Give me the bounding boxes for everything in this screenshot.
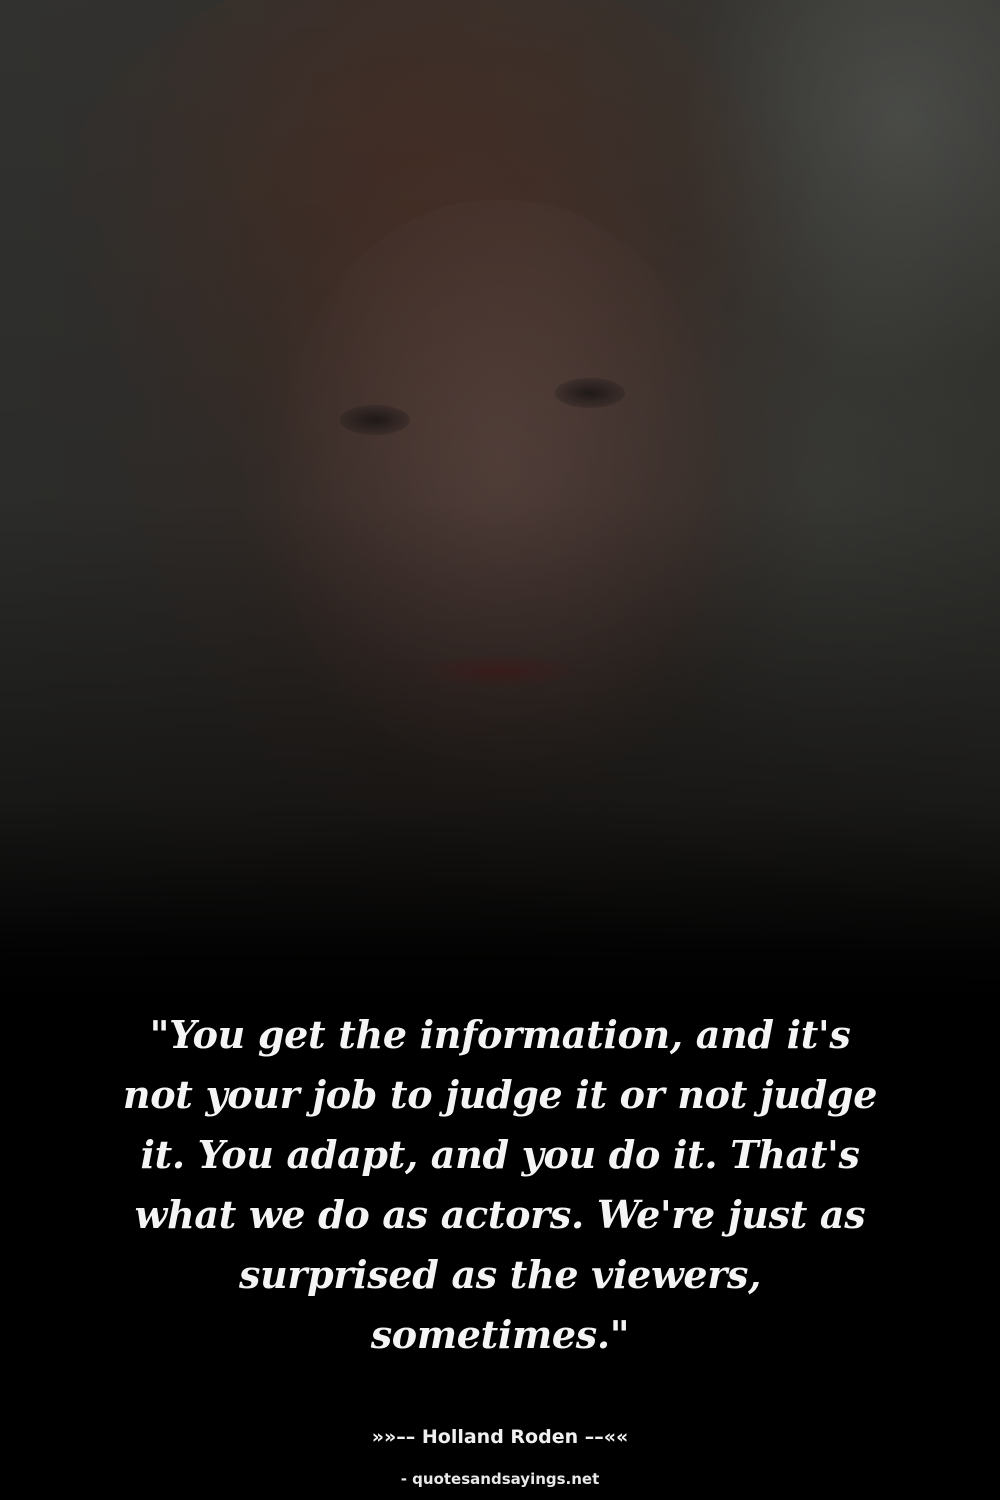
quote-text: "You get the information, and it's not y… xyxy=(122,1012,878,1357)
author-attribution: »»–– Holland Roden ––«« xyxy=(371,1426,629,1448)
quote-poster: "You get the information, and it's not y… xyxy=(0,0,1000,1500)
source-credit: - quotesandsayings.net xyxy=(400,1470,600,1488)
